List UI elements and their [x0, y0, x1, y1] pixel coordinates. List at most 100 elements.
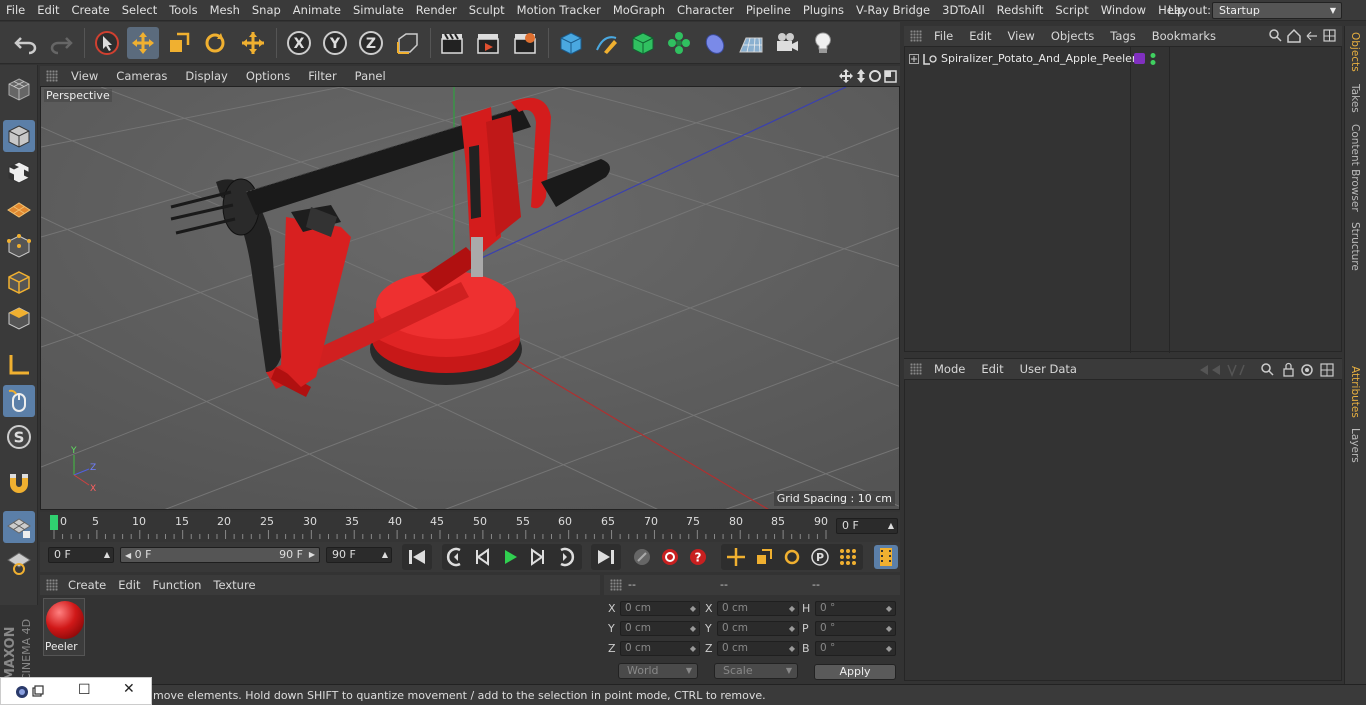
menu-animate[interactable]: Animate: [287, 0, 347, 21]
undo-button[interactable]: [10, 27, 42, 59]
objects-menu-view[interactable]: View: [1000, 29, 1043, 43]
key-scale-button[interactable]: [752, 545, 776, 569]
menu-mograph[interactable]: MoGraph: [607, 0, 671, 21]
z-axis-lock-button[interactable]: Z: [355, 27, 387, 59]
maximize-icon[interactable]: ☐: [78, 682, 91, 698]
menu-tools[interactable]: Tools: [163, 0, 203, 21]
layout-select[interactable]: Startup ▼: [1212, 2, 1342, 19]
menu-select[interactable]: Select: [116, 0, 163, 21]
go-to-end-button[interactable]: [594, 545, 618, 569]
menu-redshift[interactable]: Redshift: [991, 0, 1050, 21]
objects-menu-tags[interactable]: Tags: [1102, 29, 1143, 43]
material-menu-edit[interactable]: Edit: [112, 578, 146, 592]
y-axis-lock-button[interactable]: Y: [319, 27, 351, 59]
attributes-menu-mode[interactable]: Mode: [926, 362, 973, 376]
coordinate-space-select[interactable]: World ▼: [618, 663, 698, 679]
expand-plus-icon[interactable]: [909, 54, 919, 64]
rotate-tool-button[interactable]: [199, 27, 231, 59]
menu-file[interactable]: File: [0, 0, 31, 21]
current-frame-field[interactable]: 0 F ▲: [836, 518, 898, 534]
menu-plugins[interactable]: Plugins: [797, 0, 850, 21]
autokeying-button[interactable]: [658, 545, 682, 569]
polygons-mode-button[interactable]: [3, 302, 35, 334]
objects-menu-objects[interactable]: Objects: [1043, 29, 1102, 43]
model-mode-button[interactable]: [3, 120, 35, 152]
panel-grip-icon[interactable]: [46, 579, 58, 591]
objects-menu-edit[interactable]: Edit: [961, 29, 999, 43]
tab-attributes[interactable]: Attributes: [1349, 366, 1361, 418]
move-tool-button[interactable]: [127, 27, 159, 59]
tab-takes[interactable]: Takes: [1349, 84, 1361, 113]
object-name[interactable]: Spiralizer_Potato_And_Apple_Peeler: [941, 52, 1136, 65]
previous-frame-button[interactable]: [471, 545, 495, 569]
position-y-field[interactable]: 0 cm ◆: [620, 621, 700, 636]
transform-tool-button[interactable]: [237, 27, 269, 59]
material-menu-function[interactable]: Function: [147, 578, 208, 592]
panel-grip-icon[interactable]: [910, 363, 922, 375]
viewport-menu-display[interactable]: Display: [176, 69, 236, 83]
texture-mode-button[interactable]: [3, 156, 35, 188]
attributes-menu-user-data[interactable]: User Data: [1012, 362, 1085, 376]
key-position-button[interactable]: [724, 545, 748, 569]
coordinate-system-button[interactable]: [392, 27, 424, 59]
menu-edit[interactable]: Edit: [31, 0, 65, 21]
app-icon[interactable]: [15, 685, 45, 699]
menu-vray-bridge[interactable]: V-Ray Bridge: [850, 0, 936, 21]
viewport-menu-panel[interactable]: Panel: [346, 69, 395, 83]
end-frame-field[interactable]: 90 F ▲: [326, 547, 392, 563]
timeline-window-button[interactable]: [874, 545, 898, 569]
planar-workplane-button[interactable]: [3, 547, 35, 579]
apply-button[interactable]: Apply: [814, 664, 896, 680]
render-view-button[interactable]: [436, 27, 468, 59]
edges-mode-button[interactable]: [3, 266, 35, 298]
key-parameter-button[interactable]: P: [808, 545, 832, 569]
add-camera-button[interactable]: [771, 27, 803, 59]
material-menu-create[interactable]: Create: [62, 578, 112, 592]
objects-menu-bookmarks[interactable]: Bookmarks: [1144, 29, 1224, 43]
viewport-menu-options[interactable]: Options: [237, 69, 299, 83]
render-to-picture-viewer-button[interactable]: [472, 27, 504, 59]
snap-toggle-button[interactable]: S: [3, 421, 35, 453]
add-environment-button[interactable]: [735, 27, 767, 59]
workplane-mode-button[interactable]: [3, 192, 35, 224]
coordinate-mode-select[interactable]: Scale ▼: [714, 663, 798, 679]
objects-header-icons[interactable]: [1268, 28, 1338, 44]
menu-script[interactable]: Script: [1049, 0, 1094, 21]
key-pla-button[interactable]: [836, 545, 860, 569]
menu-simulate[interactable]: Simulate: [347, 0, 410, 21]
go-to-start-button[interactable]: [405, 545, 429, 569]
size-x-field[interactable]: 0 cm ◆: [717, 601, 799, 616]
layer-color-swatch[interactable]: [1134, 53, 1145, 64]
material-swatch[interactable]: Peeler: [43, 598, 85, 656]
attributes-header-icons[interactable]: [1198, 362, 1338, 378]
visibility-dots-icon[interactable]: [1149, 52, 1157, 66]
perspective-viewport[interactable]: Y Z X Perspective Grid Spacing : 10 cm: [40, 86, 900, 510]
menu-render[interactable]: Render: [410, 0, 463, 21]
menu-sculpt[interactable]: Sculpt: [463, 0, 511, 21]
tab-content-browser[interactable]: Content Browser: [1349, 124, 1361, 212]
rotation-p-field[interactable]: 0 ° ◆: [815, 621, 896, 636]
make-editable-button[interactable]: [3, 73, 35, 105]
menu-pipeline[interactable]: Pipeline: [740, 0, 797, 21]
menu-create[interactable]: Create: [66, 0, 116, 21]
viewport-menu-view[interactable]: View: [62, 69, 107, 83]
viewport-nav-icons[interactable]: [838, 68, 898, 84]
add-deformer-button[interactable]: [699, 27, 731, 59]
objects-menu-file[interactable]: File: [926, 29, 961, 43]
rotation-b-field[interactable]: 0 ° ◆: [815, 641, 896, 656]
tweak-mode-button[interactable]: [3, 385, 35, 417]
add-cube-button[interactable]: [555, 27, 587, 59]
x-axis-lock-button[interactable]: X: [283, 27, 315, 59]
previous-keyframe-button[interactable]: [444, 545, 468, 569]
timeline-ruler[interactable]: 0 5 10 15 20 25 30 35 40 45 50 55 60 65 …: [40, 512, 900, 542]
axis-mode-button[interactable]: [3, 349, 35, 381]
size-y-field[interactable]: 0 cm ◆: [717, 621, 799, 636]
play-forward-button[interactable]: [498, 545, 522, 569]
magnet-tool-button[interactable]: [3, 467, 35, 499]
add-generator-button[interactable]: [627, 27, 659, 59]
material-menu-texture[interactable]: Texture: [207, 578, 261, 592]
panel-grip-icon[interactable]: [46, 70, 58, 82]
points-mode-button[interactable]: [3, 230, 35, 262]
menu-mesh[interactable]: Mesh: [204, 0, 246, 21]
scale-tool-button[interactable]: [163, 27, 195, 59]
